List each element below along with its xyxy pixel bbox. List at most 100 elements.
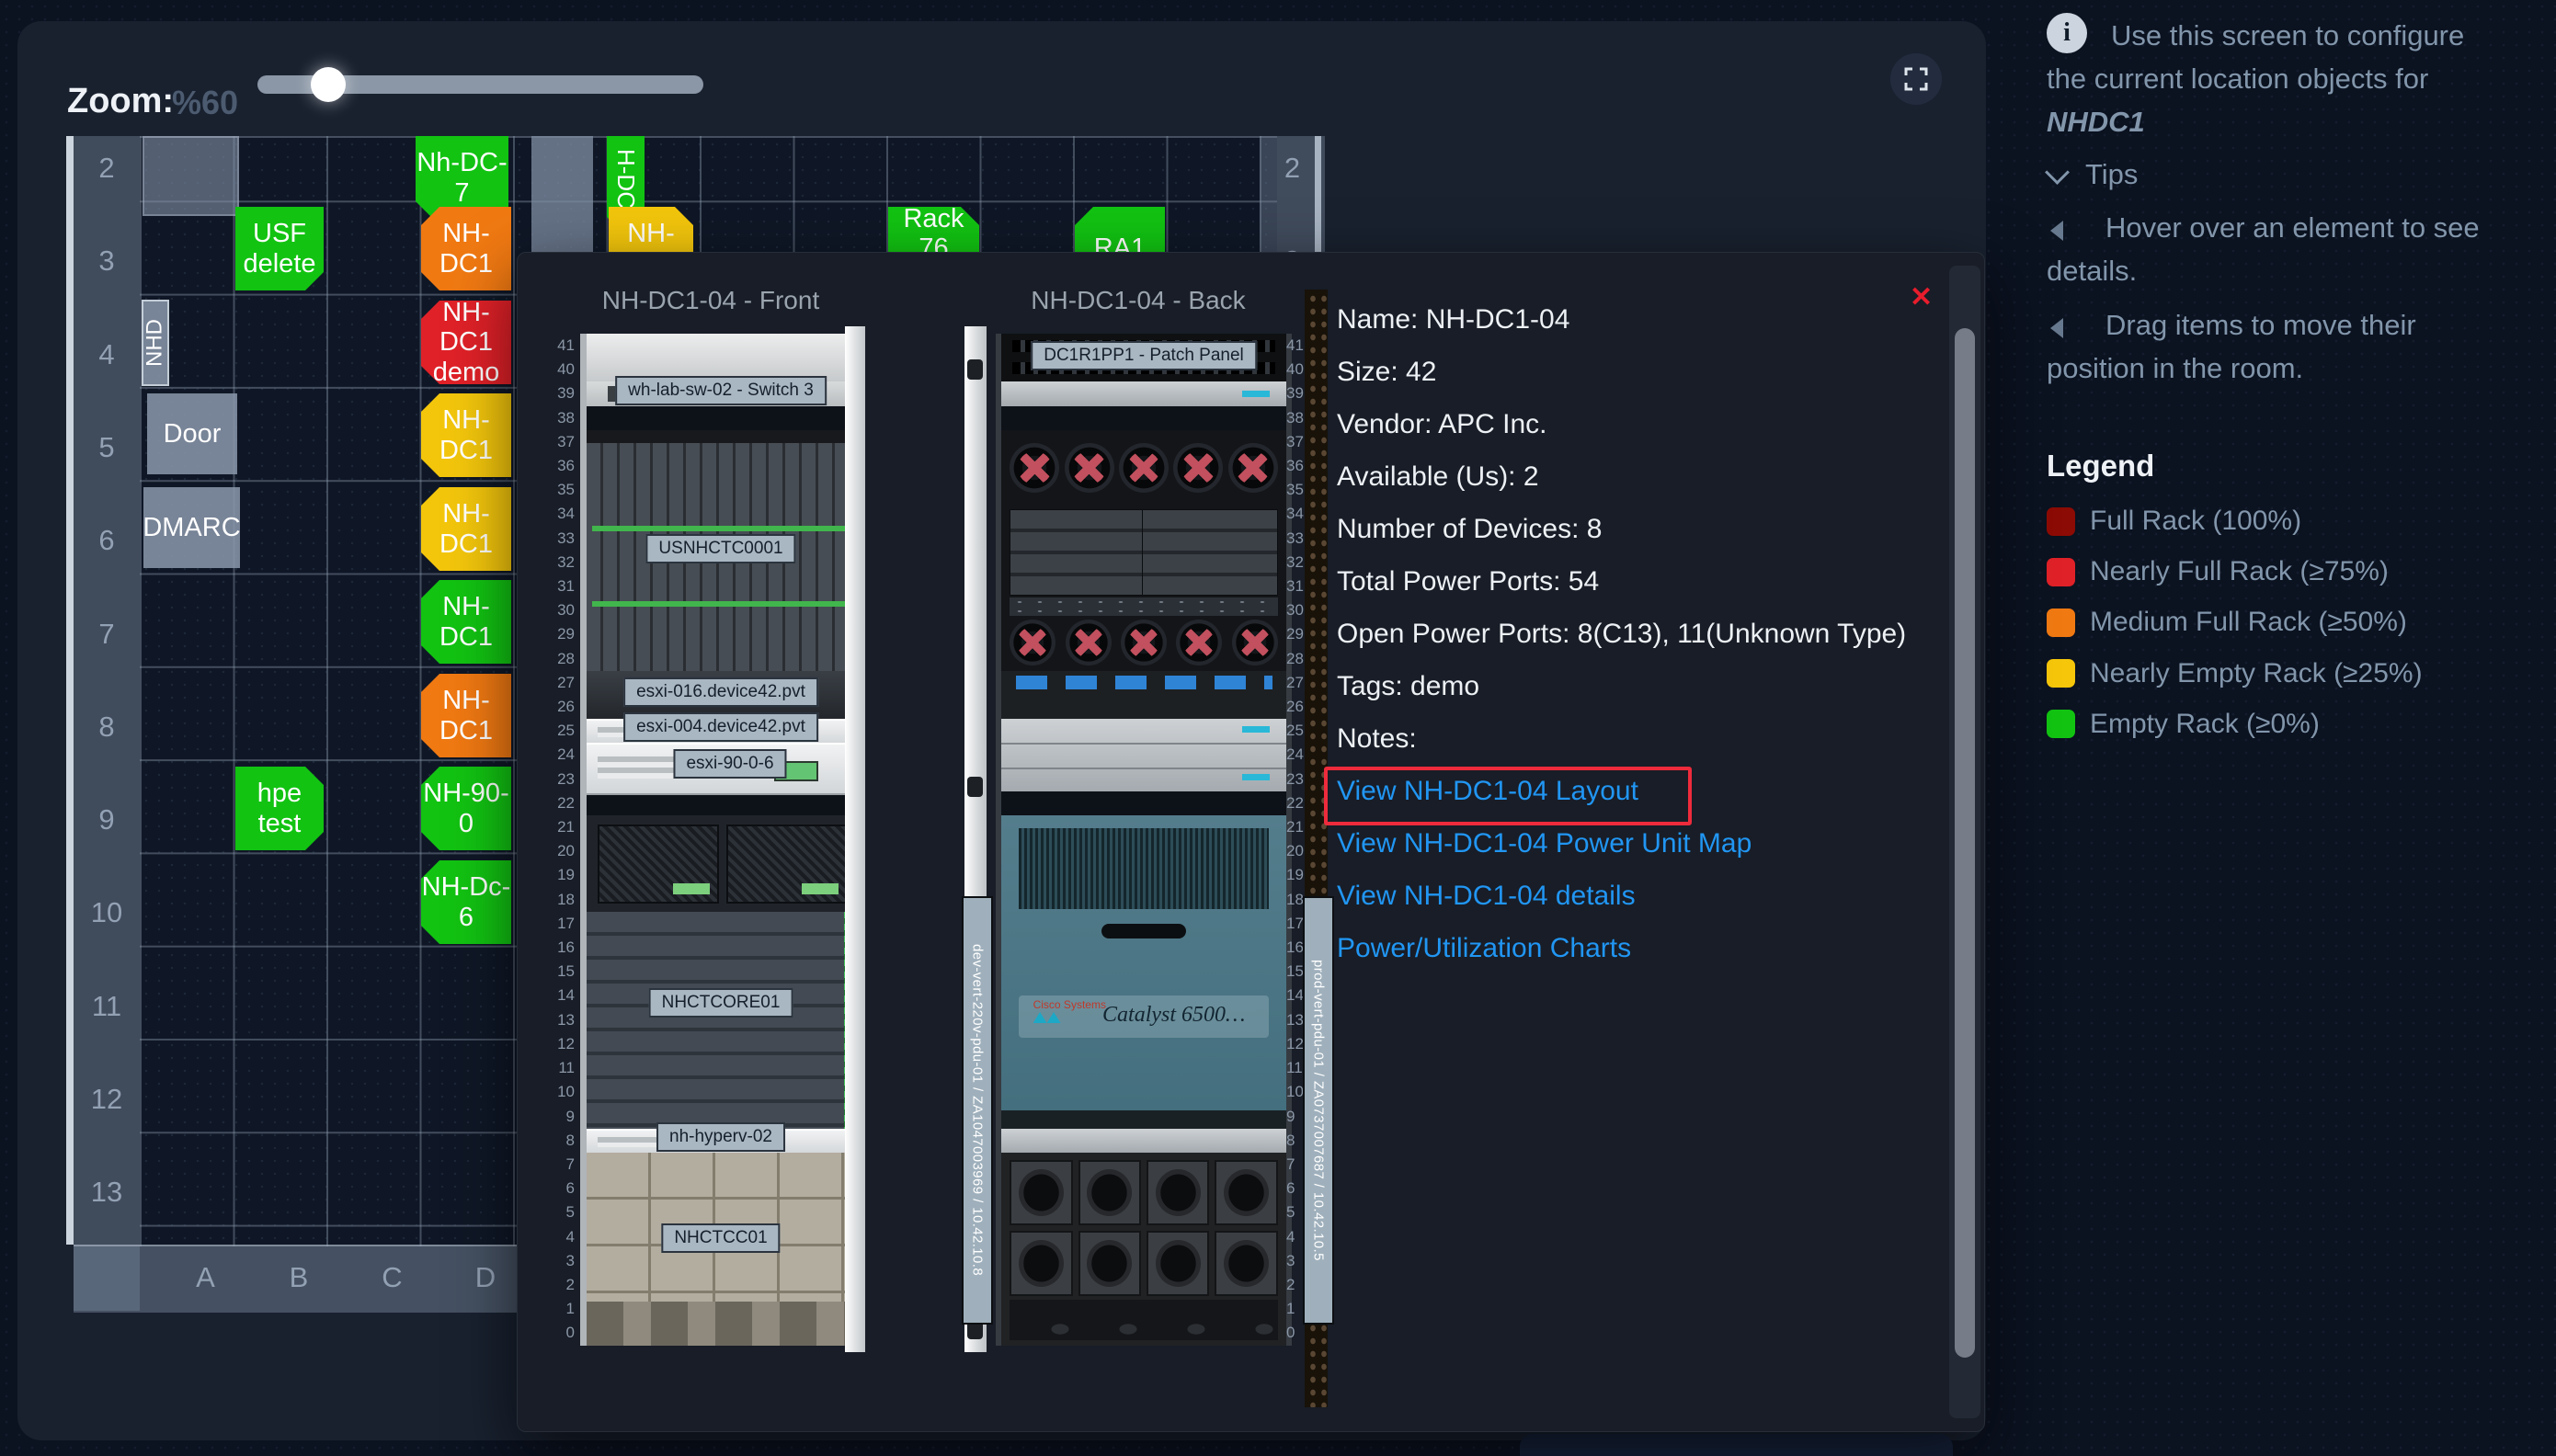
- rack-unit-number: 27: [536, 671, 575, 695]
- device-server-rear[interactable]: [1001, 381, 1286, 406]
- pdu-outlet: [967, 777, 983, 797]
- room-object-nhd[interactable]: NHD: [142, 300, 169, 386]
- rack-tag-usf-delete[interactable]: USFdelete: [235, 207, 324, 290]
- rack-unit-number: 9: [536, 1105, 575, 1129]
- grid-row-label: 9: [74, 803, 140, 836]
- rack-tag-nh-dc1-d6[interactable]: NH-DC1: [421, 487, 511, 571]
- room-object-zone[interactable]: [143, 136, 239, 216]
- rack-unit-number: 24: [536, 743, 575, 767]
- rack-tag-label: NH-DC1: [421, 298, 511, 358]
- rack-link[interactable]: View NH-DC1-04 Power Unit Map: [1337, 817, 1752, 870]
- rack-unit-number: 20: [536, 839, 575, 863]
- psu-module: [726, 825, 848, 904]
- back-rack-title: NH-DC1-04 - Back: [959, 286, 1318, 315]
- room-object-door[interactable]: Door: [147, 393, 237, 474]
- rack-tag-hpe-test[interactable]: hpe test: [235, 767, 324, 850]
- rack-tag-nh-dc1-demo[interactable]: NH-DC1demo: [421, 301, 511, 384]
- device-server-rear-dark[interactable]: [1001, 671, 1286, 719]
- cisco-logo: Cisco Systems: [1033, 999, 1106, 1025]
- grid-column-label: C: [346, 1261, 439, 1294]
- rack-unit-number: 13: [536, 1008, 575, 1032]
- zoom-slider[interactable]: [257, 75, 703, 94]
- legend-label: Empty Rack (≥0%): [2090, 709, 2320, 740]
- rack-unit-number: 3: [536, 1249, 575, 1273]
- intro-line: Use this screen to configure: [2111, 19, 2464, 52]
- back-rack-elevation: DC1R1PP1 - Patch Panel: [996, 334, 1292, 1346]
- tip-bullet-icon: [2050, 318, 2063, 338]
- rack-tag-label: NH-DC1: [421, 405, 511, 465]
- room-object-label: Door: [164, 419, 222, 449]
- device-fan-chassis-rear[interactable]: [1001, 1153, 1286, 1346]
- rack-unit-number: 11: [536, 1056, 575, 1080]
- legend-swatch: [2047, 609, 2075, 637]
- pdu-outlet: [967, 359, 983, 380]
- rack-tag-label: NH-DC1: [421, 219, 511, 279]
- rack-unit-number: 1: [536, 1297, 575, 1321]
- grid-row-label: 8: [74, 711, 140, 744]
- device-server-rear[interactable]: [1001, 1129, 1286, 1153]
- grid-row-label: 7: [74, 618, 140, 651]
- rack-tag-nh-dc1-d7[interactable]: NH-DC1: [421, 580, 511, 664]
- fullscreen-button[interactable]: [1890, 53, 1942, 105]
- device-label: esxi-004.device42.pvt: [623, 712, 818, 742]
- rack-unit-number: 21: [536, 815, 575, 839]
- rack-link[interactable]: View NH-DC1-04 Layout: [1337, 765, 1752, 817]
- zoom-slider-knob[interactable]: [311, 67, 346, 102]
- rack-tag-nh-dc1-d5[interactable]: NH-DC1: [421, 393, 511, 477]
- rack-unit-number: 25: [536, 719, 575, 743]
- room-object-dmarc[interactable]: DMARC: [143, 487, 240, 568]
- device-psu-shelf[interactable]: [587, 815, 855, 912]
- device-server-rear[interactable]: [1001, 719, 1286, 791]
- grid-row-label: 6: [74, 524, 140, 557]
- cable-tab: [1242, 726, 1270, 733]
- rack-tag-nh-dc1-d8[interactable]: NH-DC1: [421, 674, 511, 757]
- rack-unit-number: 0: [536, 1321, 575, 1345]
- blade-led-strip: [592, 526, 850, 531]
- rack-unit-number: 39: [536, 381, 575, 405]
- legend-label: Medium Full Rack (≥50%): [2090, 607, 2407, 638]
- device-core-switch[interactable]: [587, 912, 855, 1129]
- blade-led-strip: [592, 601, 850, 607]
- device-chassis-rear[interactable]: [1001, 430, 1286, 671]
- modal-scrollbar-thumb[interactable]: [1955, 328, 1975, 1358]
- device-catalyst-rear[interactable]: Cisco Systems Catalyst 6500…: [1001, 815, 1286, 1129]
- fan-row: [1010, 434, 1277, 506]
- zoom-label: Zoom:: [67, 82, 174, 121]
- rack-tag-label: Nh-DC-7: [416, 148, 508, 208]
- tip-line: Hover over an element to see: [2105, 211, 2480, 245]
- close-icon[interactable]: ✕: [1910, 284, 1933, 312]
- rack-unit-number: 15: [536, 960, 575, 984]
- legend-item: Nearly Full Rack (≥75%): [2047, 552, 2389, 592]
- grid-column-label: A: [159, 1261, 252, 1294]
- rack-unit-number: 29: [536, 622, 575, 646]
- rack-tag-label: hpe test: [235, 779, 324, 838]
- chevron-down-icon[interactable]: [2045, 160, 2070, 185]
- legend-label: Full Rack (100%): [2090, 506, 2301, 537]
- rack-tag-label: NH-DC1: [421, 592, 511, 652]
- grid-row-label: 11: [74, 990, 140, 1023]
- device-label: DC1R1PP1 - Patch Panel: [1031, 341, 1257, 370]
- bottom-panel-edge: [1520, 1434, 1953, 1456]
- catalyst-model-text: Catalyst 6500…: [1102, 1003, 1245, 1028]
- info-icon: i: [2047, 13, 2087, 53]
- vent-mesh: [1019, 828, 1270, 909]
- device-label: wh-lab-sw-02 - Switch 3: [615, 376, 827, 405]
- front-rack-title: NH-DC1-04 - Front: [545, 286, 876, 315]
- grid-row-label: 5: [74, 431, 140, 464]
- room-wall-left: [66, 136, 74, 1245]
- legend-title: Legend: [2047, 449, 2154, 483]
- room-layout-screen: Zoom: %60 2345678910111213 23 ABCD Nh-DC…: [0, 0, 2556, 1456]
- legend-swatch: [2047, 710, 2075, 738]
- front-rack-rail: [845, 326, 865, 1352]
- rack-tag-nh-dc1-d3[interactable]: NH-DC1: [421, 207, 511, 290]
- rack-details-modal: NH-DC1-04 - Front NH-DC1-04 - Back ✕ 414…: [517, 252, 1985, 1432]
- rack-detail-line: Notes:: [1337, 712, 1906, 765]
- rack-link[interactable]: Power/Utilization Charts: [1337, 922, 1752, 974]
- rack-tag-nh-dc-6[interactable]: NH-Dc-6: [421, 860, 511, 944]
- rack-unit-number: 34: [536, 502, 575, 526]
- tips-title[interactable]: Tips: [2085, 158, 2138, 191]
- rack-link[interactable]: View NH-DC1-04 details: [1337, 870, 1752, 922]
- rack-tag-nh-90-0[interactable]: NH-90-0: [421, 767, 511, 850]
- grid-row-label: 2: [74, 152, 140, 185]
- modal-scrollbar[interactable]: [1949, 266, 1980, 1418]
